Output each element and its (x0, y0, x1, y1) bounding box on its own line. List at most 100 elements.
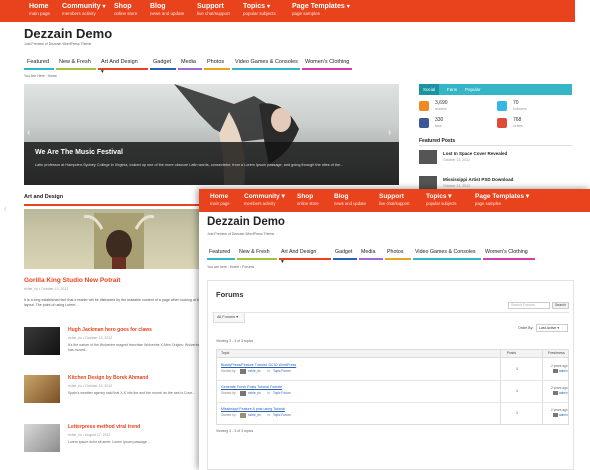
nav-item-community[interactable]: Community ▾ members activity (62, 3, 105, 17)
topic-link[interactable]: Generate Fresh Posts Tutorial Fortnite (221, 385, 282, 389)
slider-caption: We Are The Music Festival Latin professo… (24, 142, 399, 185)
menu-item-media[interactable]: Media (359, 247, 383, 260)
freshness-user[interactable]: admin (559, 369, 568, 373)
nav-item-support[interactable]: Support live chat/support (379, 193, 410, 206)
avatar (240, 391, 246, 396)
divider (419, 145, 572, 146)
topic-link[interactable]: BuddyPress/Feature Tutorial: DCIO WordPr… (221, 363, 296, 367)
post-title[interactable]: Kitchen Design by Borek Ahmand (68, 375, 148, 381)
nav-item-blog[interactable]: Blog news and update (334, 193, 366, 206)
tab-fans[interactable]: Fans (443, 84, 461, 95)
page-title: Forums (216, 290, 244, 299)
menu-item-womens-clothing[interactable]: Women's Clothing (302, 57, 352, 70)
forum-link[interactable]: Topic Forum (273, 369, 291, 373)
menu-item-photos[interactable]: Photos (204, 57, 230, 70)
rss-counter[interactable]: 3,690 readers (419, 100, 489, 114)
post-title[interactable]: Hugh Jackman hero goes for claws (68, 327, 152, 333)
post-thumbnail[interactable] (24, 327, 60, 355)
slider-title[interactable]: We Are The Music Festival (35, 149, 123, 156)
nav-item-blog[interactable]: Blog news and update (150, 3, 184, 17)
post-excerpt: It's the nature of the Wolverine magnet … (68, 343, 201, 352)
freshness-time[interactable]: 2 years ago (551, 408, 568, 412)
column-header-posts[interactable]: Posts (507, 351, 516, 355)
menu-item-art-and-design[interactable]: Art And Design ▾ (279, 247, 331, 265)
post-excerpt: Spain's weather agency said that X-K hit… (68, 391, 196, 395)
forums-panel: Forums Search Forums Search All Forums ▾… (207, 280, 574, 470)
author-link[interactable]: richie_ric (248, 413, 261, 417)
freshness-time[interactable]: 2 years ago (551, 386, 568, 390)
nav-item-support[interactable]: Support live chat/support (197, 3, 230, 17)
avatar (553, 369, 558, 373)
column-header-topic[interactable]: Topic (221, 351, 229, 355)
site-title[interactable]: Dezzain Demo (207, 216, 285, 228)
menu-item-featured[interactable]: Featured (24, 57, 54, 70)
forum-link[interactable]: Topic Forum (273, 413, 291, 417)
menu-item-featured[interactable]: Featured (207, 247, 235, 260)
table-header: Topic Posts Freshness (217, 350, 568, 358)
author-link[interactable]: richie_ric (248, 391, 261, 395)
social-counters: 3,690 readers 70 followers 330 fans 768 … (419, 100, 572, 130)
google-plus-icon (497, 118, 507, 128)
avatar (553, 413, 558, 417)
search-button[interactable]: Search (552, 302, 569, 309)
menu-item-media[interactable]: Media (178, 57, 202, 70)
post-meta: richie_ric • October 13, 2012 (68, 336, 113, 340)
menu-item-womens-clothing[interactable]: Women's Clothing (483, 247, 535, 260)
topic-link[interactable]: Mississippi Feature A post using Tutoria… (221, 407, 285, 411)
nav-item-community[interactable]: Community ▾ members activity (244, 193, 285, 206)
post-meta: richie_ric • August 17, 2012 (68, 433, 111, 437)
nav-item-home[interactable]: Home main page (29, 3, 50, 17)
menu-item-video-games[interactable]: Video Games & Consoles (232, 57, 300, 70)
nav-item-shop[interactable]: Shop online store (114, 3, 137, 17)
menu-item-video-games[interactable]: Video Games & Consoles (413, 247, 481, 260)
slider-prev-arrow-icon[interactable]: ‹ (27, 127, 30, 138)
menu-item-new-fresh[interactable]: New & Fresh (237, 247, 277, 260)
site-title[interactable]: Dezzain Demo (24, 26, 112, 41)
slider-next-arrow-icon[interactable]: › (388, 127, 391, 138)
table-row: Generate Fresh Posts Tutorial Fortnite S… (217, 381, 568, 403)
freshness-user[interactable]: admin (559, 413, 568, 417)
author-link[interactable]: richie_ric (248, 369, 261, 373)
nav-item-page-templates[interactable]: Page Templates ▾ page samples (475, 193, 529, 206)
breadcrumb: You are here : Home › Forums (207, 265, 255, 269)
post-thumbnail[interactable] (24, 424, 60, 452)
post-thumbnail[interactable] (24, 375, 60, 403)
order-by-label: Order By: (518, 326, 534, 330)
featured-post-item[interactable]: Lost In Space Cover Revealed October 13,… (419, 150, 572, 166)
chevron-down-icon: ▾ (525, 193, 530, 200)
site-tagline: Just Preview of Dezzain WordPress Theme (207, 232, 275, 236)
nav-item-topics[interactable]: Topics ▾ popular subjects (426, 193, 457, 206)
google-plus-counter[interactable]: 768 circles (497, 117, 567, 131)
featured-slider[interactable]: ‹ › We Are The Music Festival Latin prof… (24, 84, 399, 185)
nav-item-shop[interactable]: Shop online store (297, 193, 319, 206)
feature-image[interactable] (24, 209, 213, 269)
menu-item-art-and-design[interactable]: Art And Design ▾ (98, 57, 148, 75)
facebook-counter[interactable]: 330 fans (419, 117, 489, 131)
avatar (553, 391, 558, 395)
pagination-count: Viewing 3 - 3 of 3 topics (216, 339, 254, 343)
order-by-select[interactable]: Last Active ▾ (536, 324, 568, 332)
forum-link[interactable]: Topic Forum (273, 391, 291, 395)
avatar (240, 369, 246, 374)
twitter-counter[interactable]: 70 followers (497, 100, 567, 114)
freshness-user[interactable]: admin (559, 391, 568, 395)
search-input[interactable]: Search Forums (508, 302, 550, 309)
nav-item-topics[interactable]: Topics ▾ popular subjects (243, 3, 276, 17)
tab-all-forums[interactable]: All Forums ▾ (213, 313, 245, 323)
pagination-count: Viewing 3 - 3 of 3 topics (216, 429, 254, 433)
freshness-time[interactable]: 2 years ago (551, 364, 568, 368)
nav-item-page-templates[interactable]: Page Templates ▾ page samples (292, 3, 350, 17)
menu-item-gadget[interactable]: Gadget (333, 247, 357, 260)
column-header-freshness[interactable]: Freshness (548, 351, 565, 355)
menu-item-photos[interactable]: Photos (385, 247, 411, 260)
menu-item-gadget[interactable]: Gadget (150, 57, 176, 70)
tab-popular[interactable]: Popular (461, 84, 485, 95)
chevron-left-icon[interactable]: ‹ (4, 204, 7, 213)
nav-item-home[interactable]: Home main page (210, 193, 230, 206)
post-title[interactable]: Letterpress method viral trend (68, 424, 140, 430)
tab-social[interactable]: Social (419, 84, 440, 95)
menu-item-new-fresh[interactable]: New & Fresh (56, 57, 96, 70)
feature-post-title[interactable]: Gorilla King Studio New Potrait (24, 277, 120, 284)
facebook-icon (419, 118, 429, 128)
gorilla-portrait-image (83, 213, 155, 269)
